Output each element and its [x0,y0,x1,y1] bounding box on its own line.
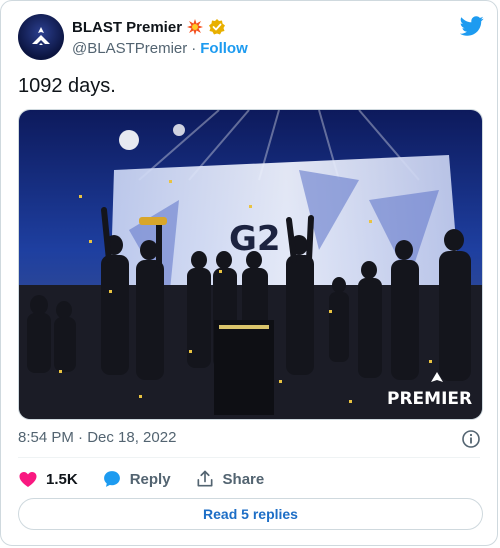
read-replies-button[interactable]: Read 5 replies [18,498,483,530]
share-label: Share [222,470,265,488]
author-handle[interactable]: @BLASTPremier [72,40,187,60]
avatar[interactable] [18,14,64,60]
like-count: 1.5K [46,470,78,488]
share-button[interactable]: Share [195,469,265,489]
heart-icon [19,472,37,487]
reply-button[interactable]: Reply [102,469,171,489]
tweet-card: BLAST Premier @BLASTPremier · Follow 109… [0,0,498,546]
speech-bubble-icon [103,471,120,487]
verified-badge-icon [208,18,226,36]
share-icon [197,470,213,487]
tweet-timestamp[interactable]: 8:54 PM · Dec 18, 2022 [18,429,176,446]
tweet-photo[interactable]: G2 PREMIER [18,109,483,420]
media-premier-logo: PREMIER [387,389,472,409]
tweet-header: BLAST Premier @BLASTPremier · Follow [18,14,484,64]
explosion-icon [186,18,204,36]
tweet-text: 1092 days. [18,75,116,97]
handle-separator: · [191,40,197,57]
author-info: BLAST Premier @BLASTPremier · Follow [72,16,248,60]
reply-label: Reply [129,470,171,488]
follow-button[interactable]: Follow [200,40,248,60]
like-button[interactable]: 1.5K [18,469,78,489]
tweet-actions: 1.5K Reply Share [18,467,264,491]
blast-logo-icon [32,27,50,45]
info-icon[interactable] [461,429,481,454]
twitter-bird-icon[interactable] [459,14,484,43]
divider [18,457,480,458]
author-display-name[interactable]: BLAST Premier [72,19,182,36]
